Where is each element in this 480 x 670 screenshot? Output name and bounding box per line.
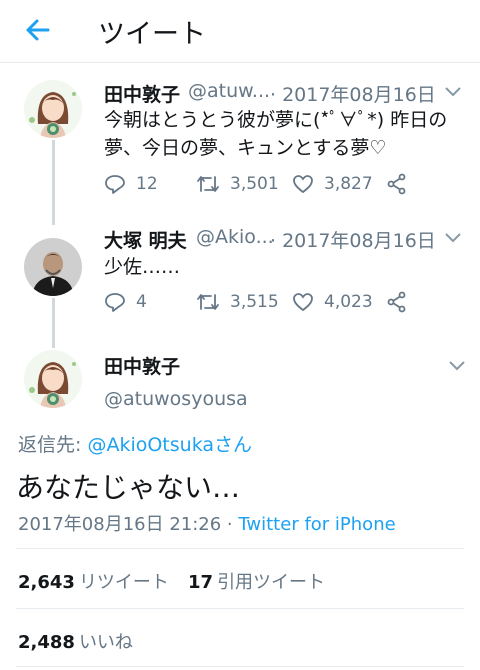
tweet-datetime: 2017年08月16日 21:26 ·	[18, 514, 239, 535]
divider	[16, 666, 464, 667]
back-arrow-icon[interactable]	[24, 16, 52, 44]
like-stat-label: いいね	[78, 632, 133, 653]
share-button[interactable]	[386, 291, 418, 313]
quote-stat[interactable]: 17 引用ツイート	[188, 568, 325, 594]
reply-count: 4	[136, 292, 147, 312]
retweet-icon	[197, 176, 219, 192]
reply-button[interactable]: 4	[104, 291, 147, 313]
user-handle[interactable]: @Akio...	[196, 226, 274, 248]
reply-to-user-link[interactable]: @AkioOtsukaさん	[87, 434, 252, 456]
like-button[interactable]: 3,827	[292, 173, 373, 195]
like-stat-count: 2,488	[18, 632, 75, 653]
reply-button[interactable]: 12	[104, 173, 158, 195]
tweet-text-line: 今朝はとうとう彼が夢に(*ﾟ∀ﾟ*) 昨日の	[104, 109, 448, 131]
heart-icon	[293, 175, 313, 194]
chevron-down-icon[interactable]	[444, 232, 462, 244]
retweet-stat-count: 2,643	[18, 572, 75, 593]
thread-line	[52, 140, 55, 225]
tweet-text: あなたじゃない…	[16, 471, 241, 504]
like-count: 3,827	[324, 174, 373, 194]
client-link[interactable]: Twitter for iPhone	[238, 514, 395, 535]
reply-icon	[105, 293, 125, 312]
user-name[interactable]: 大塚 明夫	[104, 226, 187, 253]
divider	[16, 548, 464, 549]
tweet-date[interactable]: · 2017年08月16日	[270, 80, 436, 107]
retweet-stat-label: リツイート	[78, 572, 169, 593]
like-count: 4,023	[324, 292, 373, 312]
user-name[interactable]: 田中敦子	[104, 352, 180, 379]
avatar[interactable]	[24, 238, 82, 296]
retweet-count: 3,515	[230, 292, 279, 312]
like-button[interactable]: 4,023	[292, 291, 373, 313]
retweet-icon	[197, 294, 219, 310]
thread-line	[52, 298, 55, 348]
chevron-down-icon[interactable]	[444, 86, 462, 98]
top-bar: ツイート	[0, 0, 480, 63]
like-stat[interactable]: 2,488 いいね	[18, 628, 133, 654]
user-handle[interactable]: @atuwosyousa	[104, 388, 248, 410]
page-title: ツイート	[98, 19, 206, 50]
user-name[interactable]: 田中敦子	[104, 80, 180, 107]
retweet-stat[interactable]: 2,643 リツイート	[18, 568, 169, 594]
reply-icon	[105, 175, 125, 194]
heart-icon	[293, 293, 313, 312]
tweet-text-line: 夢、今日の夢、キュンとする夢♡	[104, 137, 387, 159]
retweet-button[interactable]: 3,515	[196, 291, 279, 313]
tweet-text-line: 少佐……	[104, 256, 181, 278]
quote-stat-label: 引用ツイート	[217, 572, 326, 593]
share-icon	[387, 173, 406, 195]
reply-to-label: 返信先:	[18, 434, 82, 456]
reply-count: 12	[136, 174, 158, 194]
quote-stat-count: 17	[188, 572, 214, 593]
retweet-button[interactable]: 3,501	[196, 173, 279, 195]
reply-to: 返信先: @AkioOtsukaさん	[18, 430, 252, 457]
retweet-count: 3,501	[230, 174, 279, 194]
avatar[interactable]	[24, 350, 82, 408]
tweet-meta: 2017年08月16日 21:26 · Twitter for iPhone	[18, 510, 396, 536]
chevron-down-icon[interactable]	[448, 360, 466, 372]
user-handle[interactable]: @atuw...	[188, 80, 270, 102]
share-icon	[387, 291, 406, 313]
share-button[interactable]	[386, 173, 418, 195]
tweet-date[interactable]: · 2017年08月16日	[270, 226, 436, 253]
divider	[16, 608, 464, 609]
avatar[interactable]	[24, 80, 82, 138]
